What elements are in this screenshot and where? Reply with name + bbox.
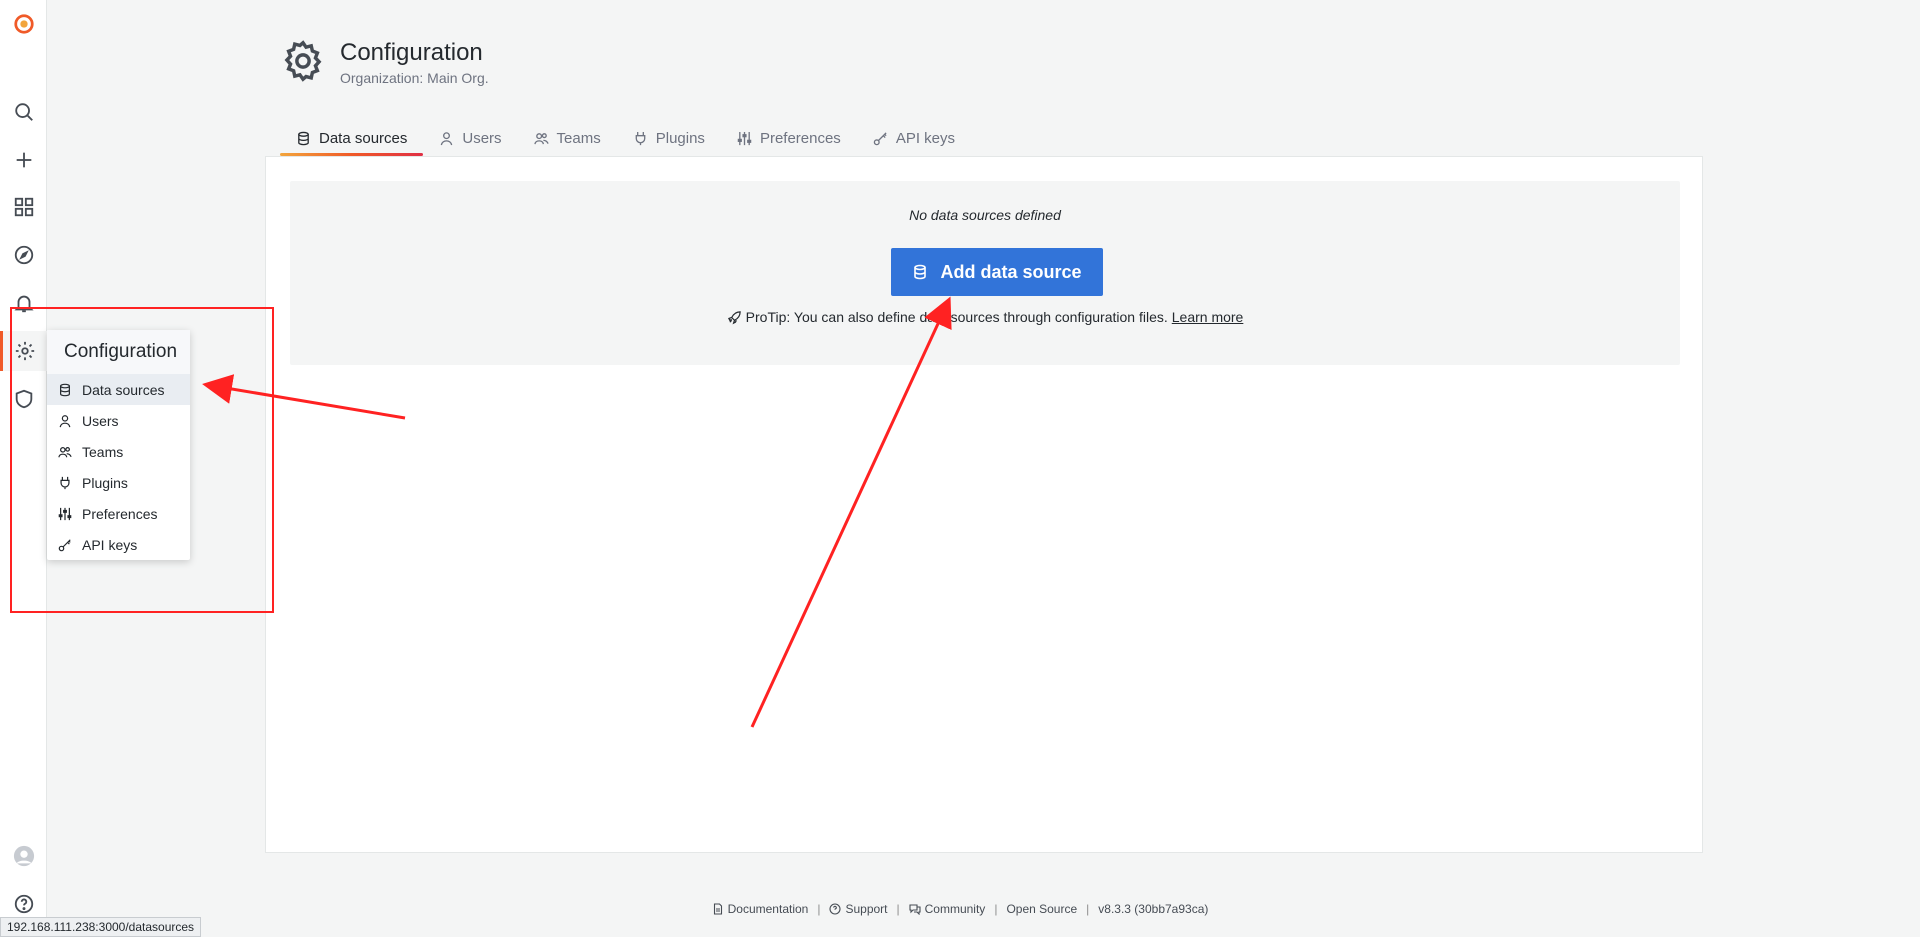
tab-label: Users <box>462 129 502 147</box>
footer-open-source-link[interactable]: Open Source <box>1006 902 1077 916</box>
page-subtitle: Organization: Main Org. <box>340 70 489 86</box>
comments-icon <box>909 904 921 915</box>
empty-message: No data sources defined <box>909 207 1061 223</box>
database-icon <box>60 383 70 396</box>
config-tabs: Data sources Users Teams Plugins Prefere… <box>280 120 971 156</box>
user-avatar-icon[interactable] <box>0 836 47 876</box>
key-icon <box>58 538 71 551</box>
key-icon <box>873 131 887 145</box>
sliders-icon <box>737 131 752 145</box>
tab-label: Data sources <box>319 129 408 147</box>
tab-label: Plugins <box>655 129 705 147</box>
user-icon <box>59 414 71 427</box>
flyout-title[interactable]: Configuration <box>47 330 190 374</box>
footer-version: v8.3.3 (30bb7a93ca) <box>1098 902 1208 916</box>
rocket-icon <box>727 310 741 324</box>
learn-more-link[interactable]: Learn more <box>1172 309 1244 325</box>
sliders-icon <box>58 507 72 520</box>
configuration-flyout-menu: Configuration Data sources Users Teams P… <box>47 330 190 560</box>
version-label: v8.3.3 (30bb7a93ca) <box>1098 902 1209 916</box>
footer-separator: | <box>817 902 821 916</box>
alerting-bell-icon[interactable] <box>0 283 47 323</box>
tab-data-sources[interactable]: Data sources <box>280 120 424 156</box>
protip: ProTip: You can also define data sources… <box>290 309 1680 325</box>
footer-separator: | <box>896 902 900 916</box>
shield-icon[interactable] <box>0 379 47 419</box>
status-bar-url: 192.168.111.238:3000/datasources <box>0 917 202 937</box>
flyout-item-data-sources[interactable]: Data sources <box>47 374 190 405</box>
footer-link-label: Support <box>845 902 888 916</box>
flyout-item-label: Data sources <box>82 381 165 398</box>
content-panel: No data sources defined Add data source … <box>265 156 1703 853</box>
tab-label: Preferences <box>759 129 841 147</box>
tab-plugins[interactable]: Plugins <box>617 120 721 156</box>
tab-users[interactable]: Users <box>423 120 517 156</box>
users-icon <box>58 446 72 457</box>
users-icon <box>533 132 549 144</box>
tab-preferences[interactable]: Preferences <box>721 120 857 156</box>
add-data-source-button[interactable]: Add data source <box>891 248 1103 296</box>
gear-icon[interactable] <box>0 331 47 371</box>
tab-api-keys[interactable]: API keys <box>857 120 971 156</box>
flyout-item-users[interactable]: Users <box>47 405 190 436</box>
add-data-source-label: Add data source <box>940 261 1082 282</box>
flyout-item-label: API keys <box>82 536 138 553</box>
tab-label: Teams <box>556 129 601 147</box>
search-icon[interactable] <box>0 92 47 132</box>
database-icon <box>298 131 309 145</box>
plug-icon <box>635 131 646 145</box>
footer-link-label: Documentation <box>727 902 809 916</box>
page-header: Configuration Organization: Main Org. <box>280 38 489 86</box>
question-circle-icon <box>829 903 842 915</box>
dashboards-icon[interactable] <box>0 187 47 227</box>
empty-state: No data sources defined Add data source … <box>290 181 1680 365</box>
database-icon <box>914 264 927 280</box>
document-icon <box>713 903 722 915</box>
user-icon <box>441 131 453 145</box>
gear-icon <box>284 40 322 82</box>
flyout-item-preferences[interactable]: Preferences <box>47 498 190 529</box>
footer-community-link[interactable]: Community <box>909 902 986 916</box>
flyout-item-label: Preferences <box>82 505 158 522</box>
flyout-item-label: Users <box>82 412 119 429</box>
plug-icon <box>60 476 70 489</box>
flyout-item-plugins[interactable]: Plugins <box>47 467 190 498</box>
flyout-item-label: Teams <box>82 443 124 460</box>
tab-teams[interactable]: Teams <box>518 120 617 156</box>
footer-documentation-link[interactable]: Documentation <box>712 902 809 916</box>
flyout-item-teams[interactable]: Teams <box>47 436 190 467</box>
flyout-item-api-keys[interactable]: API keys <box>47 529 190 560</box>
footer-link-label: Open Source <box>1006 902 1078 916</box>
plus-icon[interactable] <box>0 140 47 180</box>
footer-support-link[interactable]: Support <box>829 902 888 916</box>
protip-text: ProTip: You can also define data sources… <box>745 309 1168 325</box>
tab-label: API keys <box>895 129 955 147</box>
footer-separator: | <box>1086 902 1090 916</box>
footer-link-label: Community <box>924 902 986 916</box>
sidebar <box>0 0 47 937</box>
page-title: Configuration <box>340 39 483 66</box>
footer-separator: | <box>994 902 998 916</box>
flyout-item-label: Plugins <box>82 474 128 491</box>
footer: Documentation | Support | Community | Op… <box>0 902 1920 916</box>
explore-compass-icon[interactable] <box>0 235 47 275</box>
grafana-logo-icon[interactable] <box>0 4 47 44</box>
